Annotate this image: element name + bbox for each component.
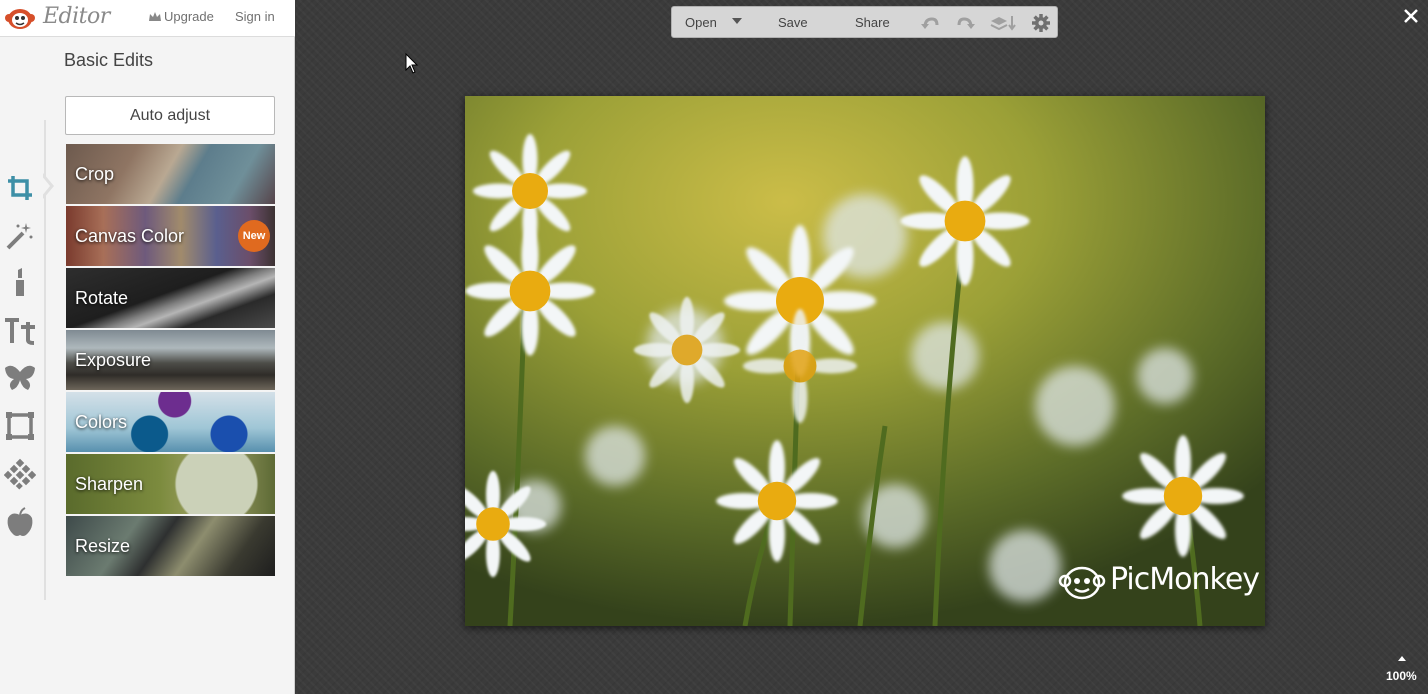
resize-tile-label: Resize bbox=[75, 536, 131, 556]
rotate-tile-label: Rotate bbox=[75, 288, 129, 308]
rotate-tile[interactable]: Rotate bbox=[66, 268, 275, 328]
sharpen-tile[interactable]: Sharpen bbox=[66, 454, 275, 514]
exposure-tile-label: Exposure bbox=[75, 350, 152, 370]
editor-toolbar: Open Save Share bbox=[671, 6, 1058, 38]
mouse-cursor-icon bbox=[405, 53, 419, 74]
zoom-level[interactable]: 100% bbox=[1386, 669, 1417, 683]
canvas-color-tile[interactable]: Canvas Color New bbox=[66, 206, 275, 266]
panel-title: Basic Edits bbox=[64, 50, 154, 70]
gear-icon[interactable] bbox=[1031, 13, 1051, 33]
undo-icon[interactable] bbox=[920, 13, 940, 33]
apple-icon[interactable] bbox=[4, 506, 36, 538]
app-title: Editor bbox=[43, 4, 110, 29]
colors-tile[interactable]: Colors bbox=[66, 392, 275, 452]
zoom-up-arrow-icon[interactable] bbox=[1398, 656, 1406, 661]
picmonkey-watermark-logo-icon bbox=[1058, 566, 1106, 600]
sign-in-link[interactable]: Sign in bbox=[235, 9, 275, 24]
magic-wand-icon[interactable] bbox=[4, 220, 36, 252]
exposure-tile[interactable]: Exposure bbox=[66, 330, 275, 390]
crop-tile-label: Crop bbox=[75, 164, 115, 184]
upgrade-link[interactable]: Upgrade bbox=[149, 9, 214, 24]
crop-tile[interactable]: Crop bbox=[66, 144, 275, 204]
colors-tile-label: Colors bbox=[75, 412, 128, 432]
upgrade-label: Upgrade bbox=[164, 9, 214, 24]
crown-icon bbox=[149, 11, 161, 21]
lipstick-icon[interactable] bbox=[4, 266, 36, 298]
new-badge: New bbox=[238, 220, 270, 252]
photo-canvas[interactable] bbox=[465, 96, 1265, 626]
picmonkey-watermark-text: PicMonkey bbox=[1110, 562, 1260, 597]
sharpen-tile-label: Sharpen bbox=[75, 474, 144, 494]
open-dropdown-chevron-icon[interactable] bbox=[732, 18, 742, 24]
redo-icon[interactable] bbox=[956, 13, 976, 33]
top-bar: Editor Upgrade Sign in bbox=[0, 0, 295, 37]
butterfly-icon[interactable] bbox=[4, 362, 36, 394]
share-button[interactable]: Share bbox=[855, 15, 890, 30]
close-icon[interactable] bbox=[1403, 8, 1419, 24]
open-button[interactable]: Open bbox=[685, 15, 717, 30]
layers-icon[interactable] bbox=[990, 13, 1016, 33]
monkey-logo-icon[interactable] bbox=[4, 5, 36, 31]
frame-icon[interactable] bbox=[4, 410, 36, 442]
crop-icon[interactable] bbox=[4, 172, 36, 204]
daisy-photo bbox=[465, 96, 1265, 626]
sidebar: Editor Upgrade Sign in Basic Edits Auto … bbox=[0, 0, 295, 694]
resize-tile[interactable]: Resize bbox=[66, 516, 275, 576]
texture-icon[interactable] bbox=[4, 458, 36, 490]
canvas-color-tile-label: Canvas Color bbox=[75, 226, 185, 246]
active-pointer bbox=[41, 173, 54, 199]
text-icon[interactable] bbox=[4, 315, 36, 347]
save-button[interactable]: Save bbox=[778, 15, 808, 30]
auto-adjust-button[interactable]: Auto adjust bbox=[65, 96, 275, 135]
